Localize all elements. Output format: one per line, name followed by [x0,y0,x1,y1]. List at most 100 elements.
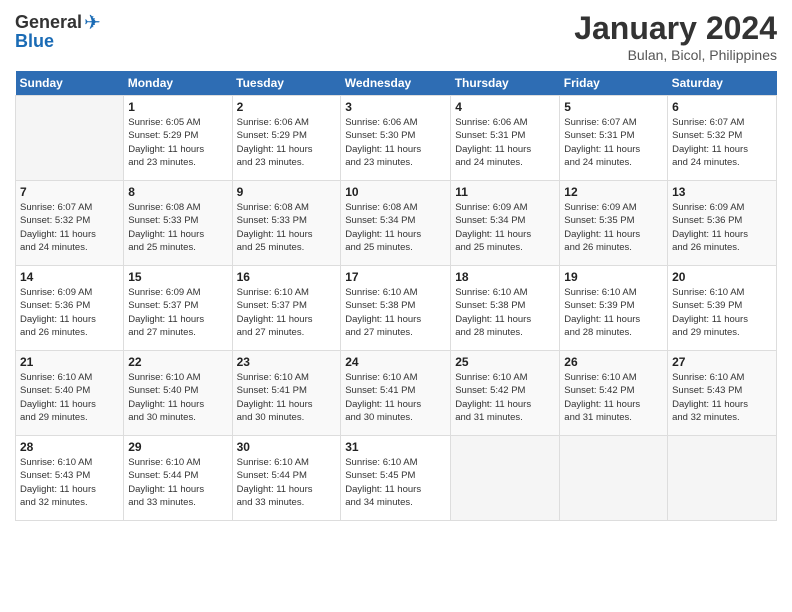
day-info: Sunrise: 6:10 AM Sunset: 5:41 PM Dayligh… [237,371,337,424]
calendar-cell: 25 Sunrise: 6:10 AM Sunset: 5:42 PM Dayli… [451,351,560,436]
day-info: Sunrise: 6:09 AM Sunset: 5:37 PM Dayligh… [128,286,227,339]
calendar-week-1: 1 Sunrise: 6:05 AM Sunset: 5:29 PM Daylig… [16,96,777,181]
day-number: 22 [128,355,227,369]
logo-blue-text: Blue [15,31,54,52]
calendar-cell: 12Sunrise: 6:09 AM Sunset: 5:35 PM Dayli… [560,181,668,266]
weekday-header-saturday: Saturday [668,71,777,96]
weekday-header-sunday: Sunday [16,71,124,96]
day-info: Sunrise: 6:09 AM Sunset: 5:36 PM Dayligh… [672,201,772,254]
calendar-cell [560,436,668,521]
day-number: 30 [237,440,337,454]
weekday-header-thursday: Thursday [451,71,560,96]
weekday-header-row: SundayMondayTuesdayWednesdayThursdayFrid… [16,71,777,96]
day-number: 6 [672,100,772,114]
calendar-cell: 6 Sunrise: 6:07 AM Sunset: 5:32 PM Daylig… [668,96,777,181]
header: General ✈ Blue January 2024 Bulan, Bicol… [15,10,777,63]
day-info: Sunrise: 6:10 AM Sunset: 5:40 PM Dayligh… [20,371,119,424]
weekday-header-wednesday: Wednesday [341,71,451,96]
day-info: Sunrise: 6:10 AM Sunset: 5:45 PM Dayligh… [345,456,446,509]
calendar-table: SundayMondayTuesdayWednesdayThursdayFrid… [15,71,777,521]
month-year: January 2024 [574,10,777,47]
day-number: 18 [455,270,555,284]
day-number: 10 [345,185,446,199]
day-number: 20 [672,270,772,284]
day-info: Sunrise: 6:07 AM Sunset: 5:31 PM Dayligh… [564,116,663,169]
logo: General ✈ Blue [15,10,101,52]
weekday-header-tuesday: Tuesday [232,71,341,96]
calendar-cell [16,96,124,181]
day-info: Sunrise: 6:10 AM Sunset: 5:39 PM Dayligh… [672,286,772,339]
day-number: 16 [237,270,337,284]
day-number: 24 [345,355,446,369]
day-number: 4 [455,100,555,114]
day-number: 9 [237,185,337,199]
calendar-week-2: 7 Sunrise: 6:07 AM Sunset: 5:32 PM Daylig… [16,181,777,266]
calendar-cell: 27Sunrise: 6:10 AM Sunset: 5:43 PM Dayli… [668,351,777,436]
day-number: 25 [455,355,555,369]
day-info: Sunrise: 6:10 AM Sunset: 5:38 PM Dayligh… [345,286,446,339]
weekday-header-friday: Friday [560,71,668,96]
day-info: Sunrise: 6:09 AM Sunset: 5:34 PM Dayligh… [455,201,555,254]
day-number: 13 [672,185,772,199]
calendar-cell: 17 Sunrise: 6:10 AM Sunset: 5:38 PM Dayli… [341,266,451,351]
day-number: 1 [128,100,227,114]
day-info: Sunrise: 6:10 AM Sunset: 5:44 PM Dayligh… [237,456,337,509]
calendar-cell: 31 Sunrise: 6:10 AM Sunset: 5:45 PM Dayli… [341,436,451,521]
calendar-cell: 15 Sunrise: 6:09 AM Sunset: 5:37 PM Dayli… [124,266,232,351]
day-info: Sunrise: 6:07 AM Sunset: 5:32 PM Dayligh… [20,201,119,254]
day-info: Sunrise: 6:10 AM Sunset: 5:40 PM Dayligh… [128,371,227,424]
calendar-cell: 23Sunrise: 6:10 AM Sunset: 5:41 PM Dayli… [232,351,341,436]
calendar-cell: 21 Sunrise: 6:10 AM Sunset: 5:40 PM Dayli… [16,351,124,436]
calendar-cell: 4 Sunrise: 6:06 AM Sunset: 5:31 PM Daylig… [451,96,560,181]
calendar-cell: 1 Sunrise: 6:05 AM Sunset: 5:29 PM Daylig… [124,96,232,181]
calendar-cell: 5Sunrise: 6:07 AM Sunset: 5:31 PM Daylig… [560,96,668,181]
calendar-cell: 3Sunrise: 6:06 AM Sunset: 5:30 PM Daylig… [341,96,451,181]
day-number: 15 [128,270,227,284]
calendar-cell: 2 Sunrise: 6:06 AM Sunset: 5:29 PM Daylig… [232,96,341,181]
day-info: Sunrise: 6:10 AM Sunset: 5:39 PM Dayligh… [564,286,663,339]
page-container: General ✈ Blue January 2024 Bulan, Bicol… [0,0,792,531]
location: Bulan, Bicol, Philippines [574,47,777,63]
day-info: Sunrise: 6:06 AM Sunset: 5:31 PM Dayligh… [455,116,555,169]
day-info: Sunrise: 6:10 AM Sunset: 5:43 PM Dayligh… [20,456,119,509]
day-number: 19 [564,270,663,284]
day-info: Sunrise: 6:10 AM Sunset: 5:44 PM Dayligh… [128,456,227,509]
day-info: Sunrise: 6:10 AM Sunset: 5:42 PM Dayligh… [455,371,555,424]
calendar-cell: 29 Sunrise: 6:10 AM Sunset: 5:44 PM Dayli… [124,436,232,521]
day-number: 29 [128,440,227,454]
logo-icon: ✈ [84,10,101,35]
day-info: Sunrise: 6:09 AM Sunset: 5:36 PM Dayligh… [20,286,119,339]
calendar-cell [451,436,560,521]
calendar-cell: 16Sunrise: 6:10 AM Sunset: 5:37 PM Dayli… [232,266,341,351]
calendar-cell: 13 Sunrise: 6:09 AM Sunset: 5:36 PM Dayli… [668,181,777,266]
day-info: Sunrise: 6:07 AM Sunset: 5:32 PM Dayligh… [672,116,772,169]
calendar-cell: 10 Sunrise: 6:08 AM Sunset: 5:34 PM Dayli… [341,181,451,266]
calendar-week-5: 28 Sunrise: 6:10 AM Sunset: 5:43 PM Dayli… [16,436,777,521]
calendar-week-3: 14Sunrise: 6:09 AM Sunset: 5:36 PM Dayli… [16,266,777,351]
day-number: 17 [345,270,446,284]
day-info: Sunrise: 6:10 AM Sunset: 5:41 PM Dayligh… [345,371,446,424]
day-number: 3 [345,100,446,114]
day-info: Sunrise: 6:06 AM Sunset: 5:29 PM Dayligh… [237,116,337,169]
calendar-cell [668,436,777,521]
calendar-cell: 11 Sunrise: 6:09 AM Sunset: 5:34 PM Dayli… [451,181,560,266]
day-number: 31 [345,440,446,454]
calendar-cell: 14Sunrise: 6:09 AM Sunset: 5:36 PM Dayli… [16,266,124,351]
calendar-cell: 9Sunrise: 6:08 AM Sunset: 5:33 PM Daylig… [232,181,341,266]
day-number: 7 [20,185,119,199]
calendar-cell: 28 Sunrise: 6:10 AM Sunset: 5:43 PM Dayli… [16,436,124,521]
day-number: 21 [20,355,119,369]
logo-general-text: General [15,12,82,33]
day-number: 28 [20,440,119,454]
day-number: 2 [237,100,337,114]
day-info: Sunrise: 6:05 AM Sunset: 5:29 PM Dayligh… [128,116,227,169]
day-number: 27 [672,355,772,369]
calendar-cell: 19 Sunrise: 6:10 AM Sunset: 5:39 PM Dayli… [560,266,668,351]
day-info: Sunrise: 6:09 AM Sunset: 5:35 PM Dayligh… [564,201,663,254]
day-info: Sunrise: 6:08 AM Sunset: 5:34 PM Dayligh… [345,201,446,254]
day-info: Sunrise: 6:10 AM Sunset: 5:38 PM Dayligh… [455,286,555,339]
calendar-week-4: 21 Sunrise: 6:10 AM Sunset: 5:40 PM Dayli… [16,351,777,436]
calendar-cell: 30 Sunrise: 6:10 AM Sunset: 5:44 PM Dayli… [232,436,341,521]
day-number: 11 [455,185,555,199]
day-number: 26 [564,355,663,369]
